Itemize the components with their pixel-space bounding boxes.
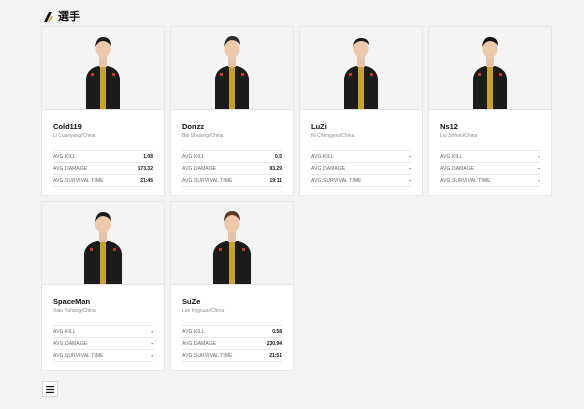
player-name: Cold119 [53,122,82,131]
section-header: 選手 [42,8,80,24]
stat-value: - [409,165,411,172]
stat-row-survival: AVG.SURVIVAL TIME 21:45 [53,174,153,187]
player-stats: AVG.KILL 0.58 AVG.DAMAGE 230.94 AVG.SURV… [182,325,282,362]
player-photo [429,27,551,110]
stat-value: - [538,177,540,184]
stat-row-survival: AVG.SURVIVAL TIME - [311,174,411,187]
stat-label: AVG.KILL [311,153,334,160]
stat-label: AVG.KILL [440,153,463,160]
stat-label: AVG.KILL [182,153,205,160]
player-real-name: Li Cuanyang/China [53,133,96,139]
player-real-name: Xiao Yuhang/China [53,308,96,314]
player-real-name: Bai Shulong/China [182,133,224,139]
player-stats: AVG.KILL - AVG.DAMAGE - AVG.SURVIVAL TIM… [311,150,411,187]
stat-value: - [151,328,153,335]
stat-label: AVG.SURVIVAL TIME [53,177,104,184]
player-card[interactable]: SpaceMan Xiao Yuhang/China AVG.KILL - AV… [42,202,164,370]
stat-label: AVG.DAMAGE [53,165,88,172]
slash-logo-icon [42,10,54,22]
stat-label: AVG.KILL [53,153,76,160]
stat-value: - [409,177,411,184]
stat-row-survival: AVG.SURVIVAL TIME - [53,349,153,362]
stat-row-kill: AVG.KILL 0.58 [182,325,282,337]
stat-row-damage: AVG.DAMAGE 230.94 [182,337,282,349]
stat-label: AVG.SURVIVAL TIME [440,177,491,184]
hamburger-menu-icon [46,380,54,398]
player-card[interactable]: Ns12 Liu Jinnan/China AVG.KILL - AVG.DAM… [429,27,551,195]
player-card[interactable]: SuZe Luo Ingyuan/China AVG.KILL 0.58 AVG… [171,202,293,370]
stat-row-kill: AVG.KILL - [53,325,153,337]
player-card[interactable]: LuZi Ni Chengyou/China AVG.KILL - AVG.DA… [300,27,422,195]
player-name: Ns12 [440,122,458,131]
stat-value: - [538,165,540,172]
stat-value: - [151,352,153,359]
menu-button[interactable] [42,381,58,397]
stat-value: 21:51 [269,352,282,359]
stat-row-damage: AVG.DAMAGE - [53,337,153,349]
player-photo [300,27,422,110]
stat-row-damage: AVG.DAMAGE - [440,162,540,174]
player-photo [171,202,293,285]
stat-label: AVG.SURVIVAL TIME [182,352,233,359]
stat-row-damage: AVG.DAMAGE - [311,162,411,174]
stat-value: 173.32 [137,165,153,172]
player-real-name: Ni Chengyou/China [311,133,355,139]
stat-value: - [409,153,411,160]
stat-label: AVG.KILL [53,328,76,335]
stat-value: 0.58 [272,328,282,335]
player-photo [171,27,293,110]
stat-value: - [151,340,153,347]
stat-label: AVG.DAMAGE [440,165,475,172]
stat-label: AVG.KILL [182,328,205,335]
player-real-name: Luo Ingyuan/China [182,308,224,314]
player-grid: Cold119 Li Cuanyang/China AVG.KILL 1.08 … [42,27,551,370]
stat-row-damage: AVG.DAMAGE 173.32 [53,162,153,174]
stat-value: 21:45 [140,177,153,184]
stat-row-survival: AVG.SURVIVAL TIME 21:51 [182,349,282,362]
player-stats: AVG.KILL - AVG.DAMAGE - AVG.SURVIVAL TIM… [440,150,540,187]
player-name: SuZe [182,297,201,306]
stat-label: AVG.SURVIVAL TIME [311,177,362,184]
stat-value: 93.29 [269,165,282,172]
player-name: SpaceMan [53,297,91,306]
stat-label: AVG.SURVIVAL TIME [53,352,104,359]
stat-label: AVG.DAMAGE [311,165,346,172]
player-name: Donzz [182,122,205,131]
stat-label: AVG.DAMAGE [182,340,217,347]
player-stats: AVG.KILL - AVG.DAMAGE - AVG.SURVIVAL TIM… [53,325,153,362]
player-stats: AVG.KILL 1.08 AVG.DAMAGE 173.32 AVG.SURV… [53,150,153,187]
stat-value: 0.5 [275,153,282,160]
stat-label: AVG.SURVIVAL TIME [182,177,233,184]
player-name: LuZi [311,122,327,131]
stat-row-kill: AVG.KILL 0.5 [182,150,282,162]
player-photo [42,27,164,110]
player-card[interactable]: Cold119 Li Cuanyang/China AVG.KILL 1.08 … [42,27,164,195]
stat-value: 1.08 [143,153,153,160]
stat-value: 19:11 [269,177,282,184]
stat-row-kill: AVG.KILL - [311,150,411,162]
player-photo [42,202,164,285]
player-card[interactable]: Donzz Bai Shulong/China AVG.KILL 0.5 AVG… [171,27,293,195]
stat-row-damage: AVG.DAMAGE 93.29 [182,162,282,174]
player-real-name: Liu Jinnan/China [440,133,478,139]
stat-row-kill: AVG.KILL 1.08 [53,150,153,162]
stat-value: 230.94 [266,340,282,347]
section-title: 選手 [58,11,80,23]
stat-row-survival: AVG.SURVIVAL TIME - [440,174,540,187]
stat-label: AVG.DAMAGE [53,340,88,347]
stat-label: AVG.DAMAGE [182,165,217,172]
stat-value: - [538,153,540,160]
stat-row-kill: AVG.KILL - [440,150,540,162]
player-stats: AVG.KILL 0.5 AVG.DAMAGE 93.29 AVG.SURVIV… [182,150,282,187]
stat-row-survival: AVG.SURVIVAL TIME 19:11 [182,174,282,187]
